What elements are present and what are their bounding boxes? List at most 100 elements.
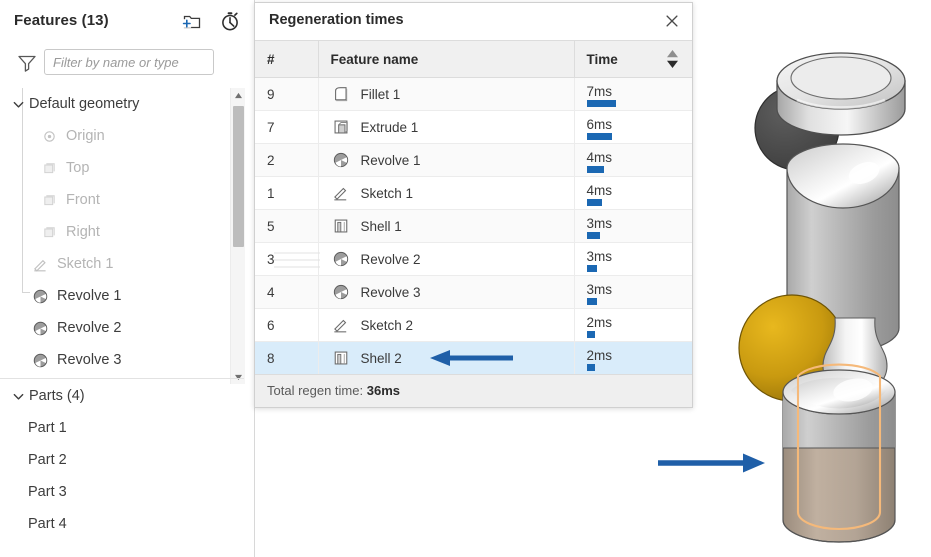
list-item-part-4[interactable]: Part 4 xyxy=(0,508,255,540)
revolve-icon xyxy=(29,288,51,305)
chevron-down-icon[interactable] xyxy=(10,390,26,403)
row-time-bar xyxy=(586,331,595,338)
stopwatch-icon[interactable] xyxy=(219,10,241,32)
table-row[interactable]: 4 Revolve 3 3ms xyxy=(255,275,692,309)
row-number: 3 xyxy=(255,242,319,276)
row-feature-name: Sketch 2 xyxy=(360,317,414,333)
row-feature-name: Extrude 1 xyxy=(360,119,419,135)
row-feature-name-cell: Revolve 3 xyxy=(318,275,575,309)
tree-item-revolve-3[interactable]: Revolve 3 xyxy=(0,344,255,376)
table-row[interactable]: 2 Revolve 1 4ms xyxy=(255,143,692,177)
panel-header-icons xyxy=(181,10,241,32)
row-feature-name-cell: Sketch 2 xyxy=(318,308,575,342)
tree-item-label: Revolve 2 xyxy=(57,320,122,336)
part-label: Part 2 xyxy=(28,452,67,468)
row-time-value: 3ms xyxy=(586,282,613,297)
dialog-footer: Total regen time: 36ms xyxy=(255,374,692,407)
tree-item-top[interactable]: Top xyxy=(0,152,255,184)
funnel-icon[interactable] xyxy=(14,51,40,73)
part-label: Part 4 xyxy=(28,516,67,532)
chevron-down-icon[interactable] xyxy=(10,98,26,111)
row-number: 9 xyxy=(255,77,319,111)
tree-item-label: Origin xyxy=(66,128,105,144)
row-feature-name: Fillet 1 xyxy=(360,86,401,102)
part-label: Part 3 xyxy=(28,484,67,500)
row-feature-name: Revolve 3 xyxy=(360,284,421,300)
tree-item-label: Default geometry xyxy=(29,96,140,112)
column-header-time[interactable]: Time xyxy=(574,40,692,78)
table-row[interactable]: 5 Shell 1 3ms xyxy=(255,209,692,243)
feature-tree[interactable]: Default geometry Origin Top Front Right … xyxy=(0,88,255,378)
revolve-icon xyxy=(29,352,51,369)
row-time-value: 4ms xyxy=(586,183,613,198)
table-row[interactable]: 7 Extrude 1 6ms xyxy=(255,110,692,144)
list-item-part-2[interactable]: Part 2 xyxy=(0,444,255,476)
parts-tree[interactable]: Parts (4) Part 1 Part 2 Part 3 Part 4 xyxy=(0,380,255,540)
filter-input[interactable] xyxy=(44,49,214,75)
row-feature-name-cell: Shell 1 xyxy=(318,209,575,243)
table-row[interactable]: 1 Sketch 1 4ms xyxy=(255,176,692,210)
part-label: Part 1 xyxy=(28,420,67,436)
row-time-bar xyxy=(586,199,602,206)
tree-item-label: Top xyxy=(66,160,90,176)
total-regen-time: Total regen time: 36ms xyxy=(267,383,400,398)
revolve-icon xyxy=(331,150,351,170)
tree-item-sketch-1[interactable]: Sketch 1 xyxy=(0,248,255,280)
row-time-cell: 3ms xyxy=(574,242,692,276)
row-number: 7 xyxy=(255,110,319,144)
table-body: 9 Fillet 1 7ms 7 Extrude 1 6ms 2 Revolve… xyxy=(255,77,692,375)
arrow-to-shell-2-row xyxy=(424,347,516,369)
row-feature-name-cell: Fillet 1 xyxy=(318,77,575,111)
scrollbar-thumb[interactable] xyxy=(233,106,244,247)
row-time-value: 3ms xyxy=(586,249,613,264)
row-time-value: 2ms xyxy=(586,348,613,363)
row-time-value: 3ms xyxy=(586,216,613,231)
column-header-feature-name[interactable]: Feature name xyxy=(318,40,575,78)
table-row[interactable]: 6 Sketch 2 2ms xyxy=(255,308,692,342)
tree-item-default-geometry[interactable]: Default geometry xyxy=(0,88,255,120)
sort-arrows-icon[interactable] xyxy=(666,49,679,69)
row-time-bar xyxy=(586,364,595,371)
extrude-icon xyxy=(331,117,351,137)
shell-icon xyxy=(331,216,351,236)
tree-item-front[interactable]: Front xyxy=(0,184,255,216)
row-number: 6 xyxy=(255,308,319,342)
scroll-up-icon[interactable] xyxy=(231,88,245,102)
row-feature-name-cell: Revolve 2 xyxy=(318,242,575,276)
list-item-part-1[interactable]: Part 1 xyxy=(0,412,255,444)
row-feature-name-cell: Sketch 1 xyxy=(318,176,575,210)
features-panel: Features (13) Filter by name or type Def… xyxy=(0,0,255,557)
row-time-value: 7ms xyxy=(586,84,613,99)
row-time-bar xyxy=(586,298,597,305)
row-feature-name: Revolve 1 xyxy=(360,152,421,168)
table-row[interactable]: 8 Shell 2 2ms xyxy=(255,341,692,375)
add-folder-icon[interactable] xyxy=(181,10,203,32)
total-regen-label: Total regen time: xyxy=(267,383,364,398)
row-time-value: 6ms xyxy=(586,117,613,132)
row-time-cell: 4ms xyxy=(574,143,692,177)
row-feature-name-cell: Shell 2 xyxy=(318,341,575,375)
regeneration-times-dialog: Regeneration times # Feature name Time 9… xyxy=(254,2,693,408)
tree-item-revolve-1[interactable]: Revolve 1 xyxy=(0,280,255,312)
tree-item-revolve-2[interactable]: Revolve 2 xyxy=(0,312,255,344)
row-number: 2 xyxy=(255,143,319,177)
column-header-number[interactable]: # xyxy=(255,40,319,78)
row-feature-name-cell: Extrude 1 xyxy=(318,110,575,144)
row-time-cell: 3ms xyxy=(574,275,692,309)
tree-item-origin[interactable]: Origin xyxy=(0,120,255,152)
feature-tree-scrollbar[interactable] xyxy=(230,88,245,384)
tree-item-right[interactable]: Right xyxy=(0,216,255,248)
filter-row xyxy=(0,42,255,82)
row-feature-name-cell: Revolve 1 xyxy=(318,143,575,177)
table-header-row: # Feature name Time xyxy=(255,40,692,78)
shell-icon xyxy=(331,348,351,368)
table-row[interactable]: 9 Fillet 1 7ms xyxy=(255,77,692,111)
close-icon[interactable] xyxy=(662,11,682,31)
origin-icon xyxy=(38,129,60,144)
tree-item-parts[interactable]: Parts (4) xyxy=(0,380,255,412)
tree-item-label: Revolve 3 xyxy=(57,352,122,368)
table-row[interactable]: 3 Revolve 2 3ms xyxy=(255,242,692,276)
revolve-icon xyxy=(331,282,351,302)
list-item-part-3[interactable]: Part 3 xyxy=(0,476,255,508)
row-feature-name: Shell 2 xyxy=(360,350,402,366)
